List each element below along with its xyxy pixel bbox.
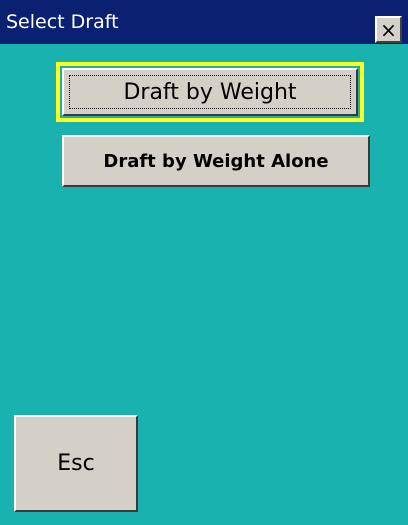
draft-by-weight-alone-label: Draft by Weight Alone <box>103 150 329 172</box>
focus-dotted-outline <box>69 75 351 109</box>
title-bar: Select Draft × <box>0 0 408 44</box>
draft-by-weight-alone-button[interactable]: Draft by Weight Alone <box>62 135 370 187</box>
close-icon: × <box>380 17 397 42</box>
close-button[interactable]: × <box>375 16 402 43</box>
esc-label: Esc <box>57 451 95 476</box>
draft-by-weight-button[interactable]: Draft by Weight <box>62 68 358 116</box>
select-draft-window: Select Draft × Draft by Weight Draft by … <box>0 0 408 525</box>
window-title: Select Draft <box>6 11 119 33</box>
esc-button[interactable]: Esc <box>14 415 138 512</box>
